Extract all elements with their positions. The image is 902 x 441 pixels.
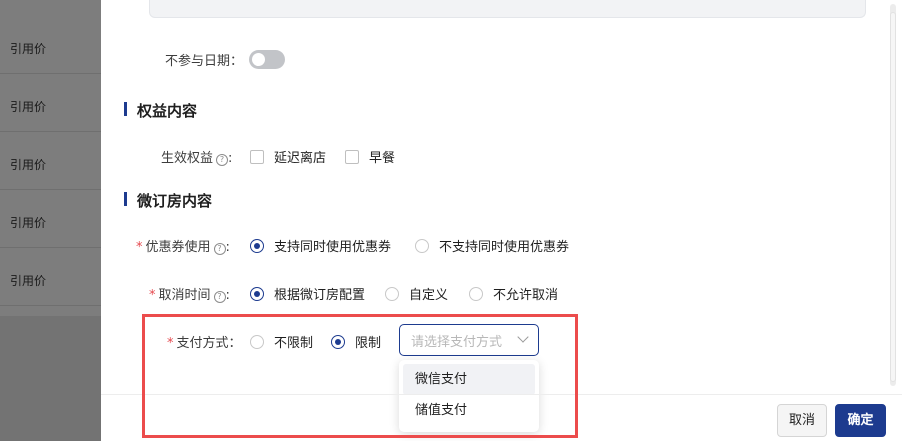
- cancel-option-label: 自定义: [409, 288, 449, 303]
- radio-icon[interactable]: [250, 334, 264, 349]
- rights-label: 生效权益?:: [161, 151, 233, 166]
- cancel-option-none[interactable]: 不允许取消: [469, 284, 558, 303]
- coupon-option-label: 不支持同时使用优惠券: [439, 240, 570, 255]
- background-row: 引用价: [0, 132, 110, 190]
- background-band: [0, 316, 110, 441]
- dropdown-option-stored-value[interactable]: 储值支付: [403, 395, 535, 426]
- section-title-rights: 权益内容: [137, 102, 198, 120]
- radio-icon[interactable]: [469, 286, 483, 301]
- confirm-button[interactable]: 确定: [835, 404, 886, 437]
- top-textarea[interactable]: [149, 0, 866, 18]
- toggle-knob: [252, 53, 265, 66]
- background-row: 引用价: [0, 16, 110, 74]
- radio-selected-icon[interactable]: [250, 238, 264, 253]
- select-placeholder: 请选择支付方式: [411, 334, 503, 350]
- radio-icon[interactable]: [385, 286, 399, 301]
- rights-option-label: 早餐: [369, 151, 396, 166]
- coupon-option-label: 支持同时使用优惠券: [274, 240, 392, 255]
- section-title-booking: 微订房内容: [137, 192, 213, 210]
- background-cell: 引用价: [10, 216, 47, 230]
- radio-selected-icon[interactable]: [250, 286, 264, 301]
- required-mark: *: [167, 336, 174, 351]
- coupon-option-allow[interactable]: 支持同时使用优惠券: [250, 236, 391, 255]
- help-icon[interactable]: ?: [213, 243, 226, 255]
- background-row: 引用价: [0, 74, 110, 132]
- rights-option-late-checkout[interactable]: 延迟离店: [250, 147, 326, 166]
- cancel-option-label: 根据微订房配置: [274, 288, 366, 303]
- background-row: 引用价: [0, 248, 110, 306]
- background-cell: 引用价: [10, 158, 47, 172]
- checkbox-icon[interactable]: [345, 149, 359, 164]
- section-marker: [124, 192, 127, 206]
- payment-method-select[interactable]: 请选择支付方式: [399, 324, 539, 356]
- cancel-option-config[interactable]: 根据微订房配置: [250, 284, 365, 303]
- no-date-label: 不参与日期：: [165, 54, 244, 69]
- payment-option-limited[interactable]: 限制: [331, 332, 381, 351]
- no-date-toggle[interactable]: [249, 50, 285, 69]
- payment-label: * 支付方式：: [167, 332, 242, 351]
- coupon-label: * 优惠券使用?:: [136, 240, 230, 255]
- coupon-label-text: 优惠券使用: [145, 240, 211, 255]
- cancel-button[interactable]: 取消: [777, 404, 827, 437]
- help-icon[interactable]: ?: [213, 291, 226, 303]
- chevron-down-icon: [517, 331, 529, 343]
- radio-selected-icon[interactable]: [331, 334, 345, 349]
- rights-label-text: 生效权益: [161, 151, 214, 166]
- payment-option-label: 限制: [355, 336, 382, 351]
- required-mark: *: [136, 240, 143, 255]
- section-marker: [124, 102, 127, 116]
- footer-divider: [101, 394, 902, 395]
- cancel-time-label-text: 取消时间: [158, 288, 211, 303]
- rights-option-label: 延迟离店: [274, 151, 327, 166]
- coupon-option-disallow[interactable]: 不支持同时使用优惠券: [415, 236, 569, 255]
- scrollbar-thumb[interactable]: [890, 12, 896, 382]
- cancel-option-custom[interactable]: 自定义: [385, 284, 448, 303]
- payment-method-dropdown: 微信支付 储值支付: [399, 360, 539, 432]
- background-cell: 引用价: [10, 42, 47, 56]
- background-cell: 引用价: [10, 274, 47, 288]
- background-cell: 引用价: [10, 100, 47, 114]
- background-table: 引用价 引用价 引用价 引用价 引用价: [0, 0, 110, 441]
- rights-option-breakfast[interactable]: 早餐: [345, 147, 395, 166]
- background-row: 引用价: [0, 190, 110, 248]
- radio-icon[interactable]: [415, 238, 429, 253]
- payment-label-text: 支付方式：: [176, 336, 242, 351]
- cancel-time-label: * 取消时间?:: [149, 288, 230, 303]
- required-mark: *: [149, 288, 156, 303]
- drawer-scrollbar[interactable]: [890, 4, 896, 386]
- checkbox-icon[interactable]: [250, 149, 264, 164]
- edit-drawer: 不参与日期： 权益内容 生效权益?: 延迟离店 早餐 微订房内容 * 优惠券使用?…: [101, 0, 902, 441]
- payment-option-unlimited[interactable]: 不限制: [250, 332, 313, 351]
- payment-option-label: 不限制: [274, 336, 314, 351]
- dropdown-option-wechat[interactable]: 微信支付: [403, 364, 535, 395]
- cancel-option-label: 不允许取消: [493, 288, 559, 303]
- help-icon[interactable]: ?: [216, 154, 229, 166]
